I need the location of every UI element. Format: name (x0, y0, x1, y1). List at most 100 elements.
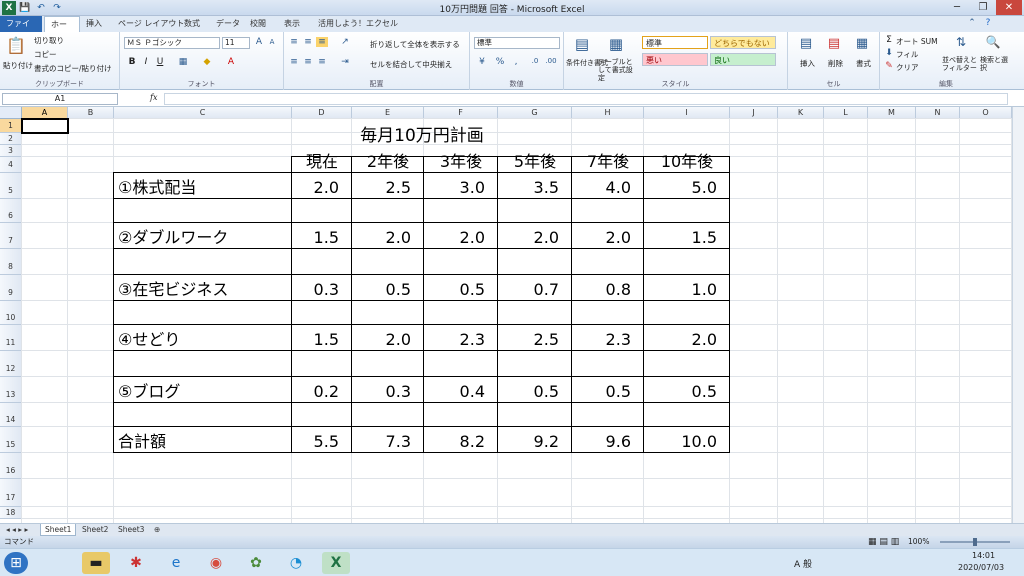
value-cell[interactable]: 0.3 (292, 280, 352, 300)
clear-icon[interactable]: ✎ (884, 61, 894, 71)
align-middle-icon[interactable]: ≡ (302, 37, 314, 47)
indent-icon[interactable]: ⇥ (338, 57, 352, 67)
app-icon[interactable]: ✱ (122, 552, 150, 574)
column-heading[interactable]: 7年後 (572, 152, 644, 172)
view-normal-icon[interactable]: ▦ ▤ ▥ (868, 536, 899, 548)
row-header[interactable]: 2 (0, 133, 22, 145)
paste-button[interactable]: 貼り付け (3, 60, 33, 71)
cut-button[interactable]: 切り取り (34, 35, 64, 46)
value-cell[interactable]: 0.4 (424, 382, 498, 402)
fill-icon[interactable]: ⬇ (884, 48, 894, 58)
value-cell[interactable]: 1.5 (292, 228, 352, 248)
row-header[interactable]: 4 (0, 157, 22, 173)
conditional-format-icon[interactable]: ▤ (570, 35, 594, 53)
percent-icon[interactable]: % (494, 57, 506, 67)
tab-formulas[interactable]: 数式 (178, 16, 206, 32)
font-name-select[interactable]: ＭＳ Ｐゴシック (124, 37, 220, 49)
value-cell[interactable]: 0.5 (352, 280, 424, 300)
row-header[interactable]: 18 (0, 507, 22, 519)
zoom-thumb[interactable] (973, 538, 977, 546)
bold-icon[interactable]: B (126, 57, 138, 67)
value-cell[interactable]: 2.5 (498, 330, 572, 350)
start-icon[interactable]: ⊞ (4, 552, 28, 574)
value-cell[interactable]: 0.8 (572, 280, 644, 300)
name-box[interactable]: A1 (2, 93, 118, 105)
value-cell[interactable]: 8.2 (424, 432, 498, 452)
format-painter-button[interactable]: 書式のコピー/貼り付け (34, 63, 112, 74)
help-icon[interactable]: ? (982, 18, 994, 28)
row-header[interactable]: 1 (0, 119, 22, 133)
value-cell[interactable]: 5.0 (644, 178, 730, 198)
style-normal[interactable]: 標準 (642, 36, 708, 49)
file-explorer-icon[interactable]: ▬ (82, 552, 110, 574)
paste-icon[interactable]: 📋 (4, 36, 28, 55)
row-header[interactable]: 14 (0, 403, 22, 427)
value-cell[interactable]: 1.0 (644, 280, 730, 300)
comma-icon[interactable]: , (510, 57, 522, 67)
column-heading[interactable]: 5年後 (498, 152, 572, 172)
value-cell[interactable]: 0.7 (498, 280, 572, 300)
row-header[interactable]: 16 (0, 453, 22, 479)
row-header[interactable]: 12 (0, 351, 22, 377)
value-cell[interactable]: 0.5 (424, 280, 498, 300)
align-left-icon[interactable]: ≡ (288, 57, 300, 67)
value-cell[interactable]: 10.0 (644, 432, 730, 452)
value-cell[interactable]: 1.5 (292, 330, 352, 350)
tab-excel-addin[interactable]: 活用しよう！エクセル (312, 16, 404, 32)
autosum-icon[interactable]: Σ (884, 35, 894, 45)
sheet-nav-icon[interactable]: ◂ ◂ ▸ ▸ (2, 524, 32, 536)
style-neutral[interactable]: どちらでもない (710, 36, 776, 49)
row-header[interactable]: 17 (0, 479, 22, 507)
value-cell[interactable]: 2.0 (644, 330, 730, 350)
active-cell-a1[interactable] (21, 118, 69, 134)
delete-cells-button[interactable]: 削除 (828, 58, 843, 69)
row-header[interactable]: 10 (0, 301, 22, 325)
fill-button[interactable]: フィル (896, 49, 918, 60)
value-cell[interactable]: 2.0 (292, 178, 352, 198)
align-center-icon[interactable]: ≡ (302, 57, 314, 67)
row-label[interactable]: 合計額 (114, 432, 292, 452)
vertical-scrollbar[interactable] (1012, 107, 1024, 523)
align-top-icon[interactable]: ≡ (288, 37, 300, 47)
row-header[interactable]: 5 (0, 173, 22, 199)
sheet-tab-1[interactable]: Sheet1 (40, 524, 77, 536)
worksheet-grid[interactable]: ABCDEFGHIJKLMNO 1 2 3 4 5 6 7 8 9 10 11 12 13 14 15 16 1… (0, 107, 1012, 523)
row-label[interactable]: ③在宅ビジネス (114, 280, 292, 300)
ie-icon[interactable]: e (162, 552, 190, 574)
merge-center-button[interactable]: セルを結合して中央揃え (370, 59, 452, 70)
increase-decimal-icon[interactable]: .0 (528, 57, 542, 65)
insert-cells-button[interactable]: 挿入 (800, 58, 815, 69)
tab-file[interactable]: ファイル (0, 16, 42, 44)
value-cell[interactable]: 2.0 (424, 228, 498, 248)
tab-home[interactable]: ホーム (44, 16, 80, 45)
row-header[interactable]: 11 (0, 325, 22, 351)
sort-filter-button[interactable]: 並べ替えとフィルター (942, 56, 978, 72)
tab-view[interactable]: 表示 (278, 16, 306, 32)
value-cell[interactable]: 2.0 (572, 228, 644, 248)
row-header[interactable]: 15 (0, 427, 22, 453)
column-heading[interactable]: 10年後 (644, 152, 730, 172)
currency-icon[interactable]: ¥ (474, 57, 490, 67)
border-icon[interactable]: ▦ (176, 57, 190, 67)
style-good[interactable]: 良い (710, 53, 776, 66)
italic-icon[interactable]: I (140, 57, 152, 67)
ribbon-collapse-icon[interactable]: ⌃ (966, 18, 978, 28)
row-label[interactable]: ①株式配当 (114, 178, 292, 198)
orientation-icon[interactable]: ↗ (338, 37, 352, 47)
row-header[interactable]: 3 (0, 145, 22, 157)
formula-input[interactable] (164, 93, 1008, 105)
style-bad[interactable]: 悪い (642, 53, 708, 66)
value-cell[interactable]: 2.0 (498, 228, 572, 248)
column-heading[interactable]: 現在 (292, 152, 352, 172)
insert-cells-icon[interactable]: ▤ (796, 36, 816, 51)
value-cell[interactable]: 2.0 (352, 228, 424, 248)
find-select-button[interactable]: 検索と選択 (980, 56, 1010, 72)
row-label[interactable]: ⑤ブログ (114, 382, 292, 402)
ime-indicator[interactable]: A 般 (794, 557, 812, 570)
value-cell[interactable]: 0.2 (292, 382, 352, 402)
value-cell[interactable]: 0.5 (572, 382, 644, 402)
number-format-select[interactable]: 標準 (474, 37, 560, 49)
autosum-button[interactable]: オート SUM (896, 36, 938, 47)
wrap-text-button[interactable]: 折り返して全体を表示する (370, 39, 460, 50)
value-cell[interactable]: 7.3 (352, 432, 424, 452)
